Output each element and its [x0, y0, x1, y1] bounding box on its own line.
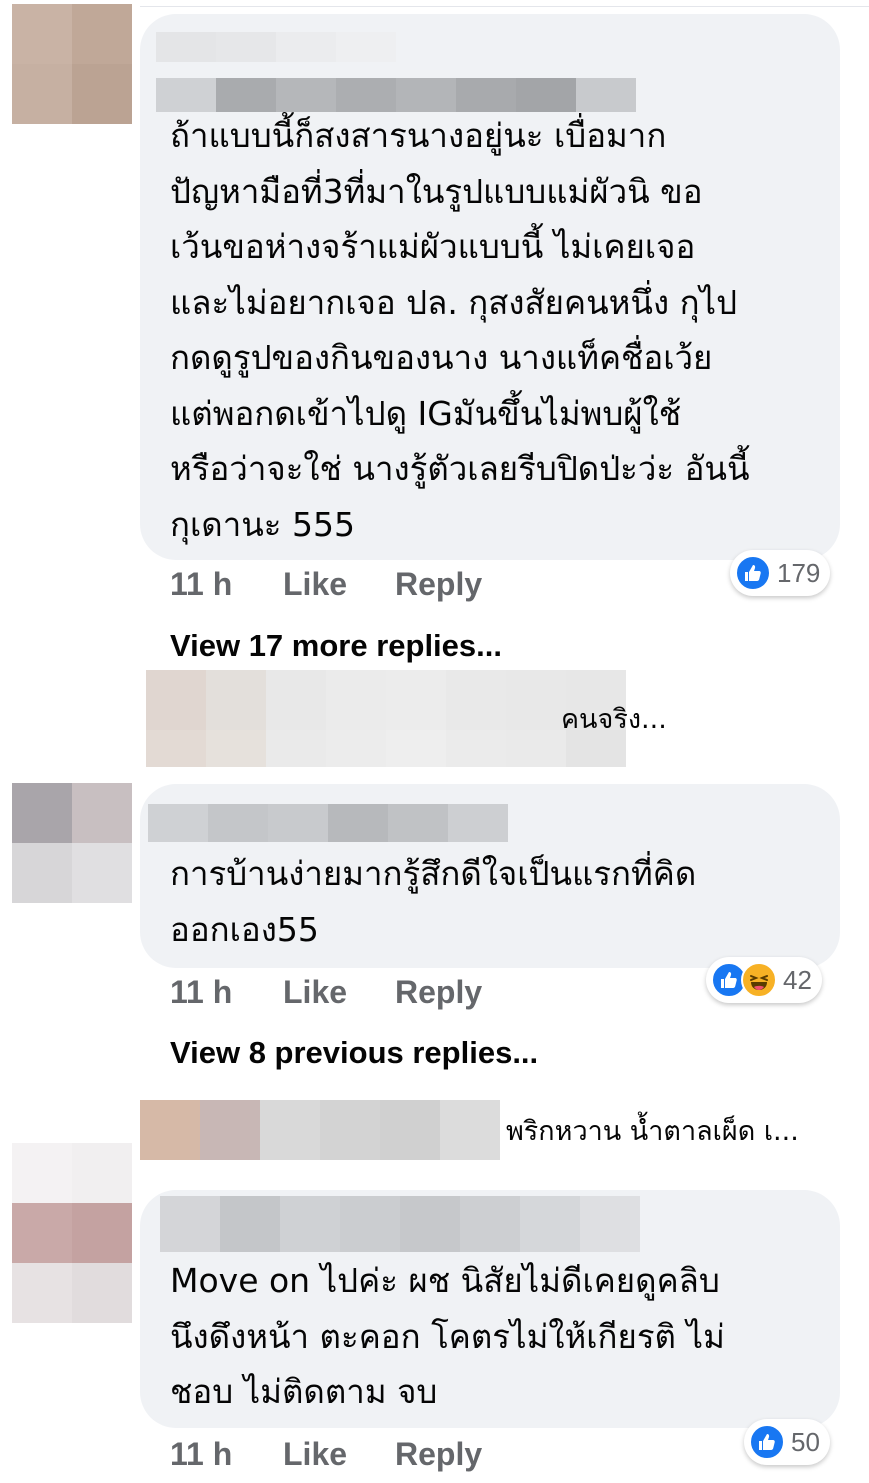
- comment-bubble: ถ้าแบบนี้ก็สงสารนางอยู่นะ เบื่อมาก ปัญหา…: [140, 14, 840, 560]
- commenter-name-blurred[interactable]: [148, 804, 508, 842]
- reaction-summary[interactable]: 179: [730, 550, 831, 596]
- comment-time[interactable]: 11 h: [170, 974, 232, 1011]
- reaction-count: 50: [791, 1426, 820, 1457]
- comment-bubble: Move on ไปค่ะ ผช นิสัยไม่ดีเคยดูคลิบ นึง…: [140, 1190, 840, 1428]
- reply-preview[interactable]: คนจริง...: [146, 670, 686, 767]
- commenter-name-blurred[interactable]: [160, 1196, 640, 1252]
- reaction-count: 42: [783, 964, 812, 995]
- reaction-summary[interactable]: 50: [744, 1419, 830, 1465]
- like-icon: [735, 555, 771, 591]
- reply-preview-text: คนจริง...: [561, 704, 667, 735]
- like-button[interactable]: Like: [283, 566, 347, 603]
- reaction-summary[interactable]: 42: [706, 957, 822, 1003]
- like-button[interactable]: Like: [283, 974, 347, 1011]
- comment-bubble: การบ้านง่ายมากรู้สึกดีใจเป็นแรกที่คิด ออ…: [140, 784, 840, 968]
- reply-button[interactable]: Reply: [395, 566, 482, 603]
- view-previous-replies-link[interactable]: View 8 previous replies...: [170, 1035, 538, 1071]
- reply-button[interactable]: Reply: [395, 974, 482, 1011]
- blurred-reply-content: [140, 1100, 500, 1160]
- haha-icon: [741, 962, 777, 998]
- comment-text: Move on ไปค่ะ ผช นิสัยไม่ดีเคยดูคลิบ นึง…: [170, 1261, 725, 1411]
- comment-text: การบ้านง่ายมากรู้สึกดีใจเป็นแรกที่คิด ออ…: [170, 854, 697, 949]
- comment-time[interactable]: 11 h: [170, 566, 232, 603]
- like-button[interactable]: Like: [283, 1436, 347, 1473]
- divider: [140, 6, 869, 7]
- reaction-count: 179: [777, 557, 821, 588]
- avatar[interactable]: [12, 1143, 132, 1323]
- like-icon: [749, 1424, 785, 1460]
- commenter-name-blurred[interactable]: [156, 78, 636, 112]
- reply-button[interactable]: Reply: [395, 1436, 482, 1473]
- commenter-name-blurred[interactable]: [156, 32, 396, 62]
- reply-preview-text: พริกหวาน น้ำตาลเผ็ด เ...: [506, 1115, 799, 1147]
- comment-time[interactable]: 11 h: [170, 1436, 232, 1473]
- view-more-replies-link[interactable]: View 17 more replies...: [170, 628, 502, 664]
- avatar[interactable]: [12, 4, 132, 124]
- comment-text: ถ้าแบบนี้ก็สงสารนางอยู่นะ เบื่อมาก ปัญหา…: [170, 116, 750, 544]
- reply-preview[interactable]: พริกหวาน น้ำตาลเผ็ด เ...: [140, 1100, 799, 1160]
- avatar[interactable]: [12, 783, 132, 903]
